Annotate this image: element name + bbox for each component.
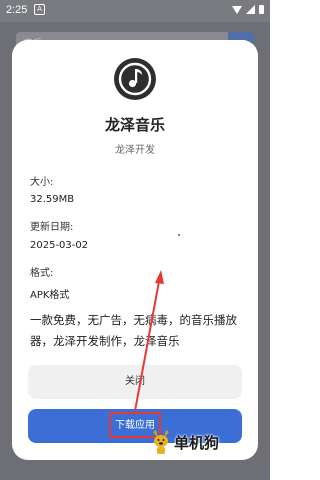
watermark-text: 单机狗 — [174, 433, 220, 452]
annotation-arrow — [134, 270, 164, 412]
dog-mascot-icon — [150, 428, 172, 456]
screen: 2:25 A 音乐 龙泽音乐 龙泽开发 大小: 32.59MB — [0, 0, 270, 480]
watermark: 单机狗 — [150, 424, 219, 460]
